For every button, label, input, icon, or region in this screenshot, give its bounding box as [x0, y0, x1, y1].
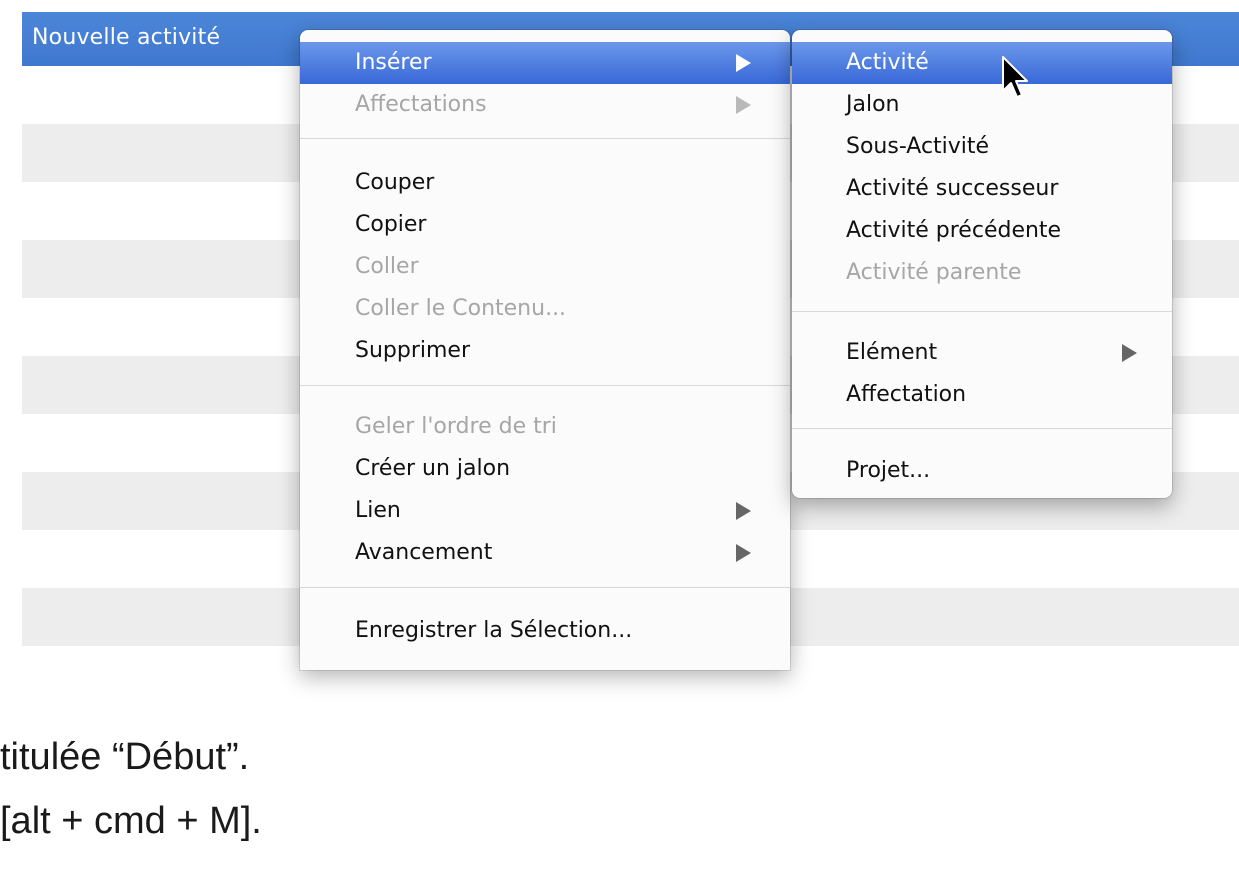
submenu-arrow-icon [736, 54, 751, 72]
menu-item-label: Coller le Contenu... [355, 296, 567, 321]
menu-item-geler-ordre-tri[interactable]: Geler l'ordre de tri [300, 406, 790, 448]
activity-name-cell[interactable]: Nouvelle activité [32, 25, 220, 50]
menu-item-label: Geler l'ordre de tri [355, 414, 557, 439]
menu-item-inserer[interactable]: Insérer [300, 42, 790, 84]
menu-item-label: Coller [355, 254, 419, 279]
menu-item-affectations[interactable]: Affectations [300, 84, 790, 126]
submenu-item-activite-successeur[interactable]: Activité successeur [792, 168, 1172, 210]
menu-item-copier[interactable]: Copier [300, 204, 790, 246]
submenu-arrow-icon [736, 96, 751, 114]
submenu-item-activite[interactable]: Activité [792, 42, 1172, 84]
menu-item-label: Jalon [846, 92, 900, 117]
menu-item-lien[interactable]: Lien [300, 490, 790, 532]
menu-separator [792, 311, 1172, 312]
menu-item-label: Sous-Activité [846, 134, 990, 159]
menu-item-label: Supprimer [355, 338, 471, 363]
menu-item-label: Copier [355, 212, 427, 237]
menu-separator [792, 428, 1172, 429]
submenu-item-activite-precedente[interactable]: Activité précédente [792, 210, 1172, 252]
menu-separator [300, 385, 790, 386]
menu-item-label: Enregistrer la Sélection... [355, 618, 633, 643]
caption-line-2: [alt + cmd + M]. [0, 800, 262, 842]
menu-item-label: Avancement [355, 540, 493, 565]
submenu-item-projet[interactable]: Projet... [792, 450, 1172, 492]
context-menu: Insérer Affectations Couper Copier Colle… [300, 30, 790, 670]
menu-item-label: Affectations [355, 92, 487, 117]
menu-item-label: Elément [846, 340, 938, 365]
menu-separator [300, 587, 790, 588]
menu-item-enregistrer-selection[interactable]: Enregistrer la Sélection... [300, 610, 790, 652]
submenu-item-activite-parente[interactable]: Activité parente [792, 252, 1172, 294]
submenu-item-affectation[interactable]: Affectation [792, 374, 1172, 416]
menu-item-label: Activité successeur [846, 176, 1059, 201]
menu-item-supprimer[interactable]: Supprimer [300, 330, 790, 372]
caption-line-1: titulée “Début”. [0, 736, 250, 778]
menu-item-label: Créer un jalon [355, 456, 511, 481]
menu-item-creer-jalon[interactable]: Créer un jalon [300, 448, 790, 490]
menu-item-label: Lien [355, 498, 401, 523]
submenu-arrow-icon [736, 502, 751, 520]
menu-item-label: Activité précédente [846, 218, 1062, 243]
mouse-cursor-icon [1002, 56, 1028, 98]
submenu-arrow-icon [736, 544, 751, 562]
menu-item-label: Activité parente [846, 260, 1022, 285]
menu-item-avancement[interactable]: Avancement [300, 532, 790, 574]
menu-item-label: Insérer [355, 50, 432, 75]
submenu-item-sous-activite[interactable]: Sous-Activité [792, 126, 1172, 168]
menu-item-coller[interactable]: Coller [300, 246, 790, 288]
submenu-item-element[interactable]: Elément [792, 332, 1172, 374]
screenshot-scene: Nouvelle activité Insérer Affectations C… [0, 0, 1239, 871]
menu-item-label: Affectation [846, 382, 967, 407]
submenu-item-jalon[interactable]: Jalon [792, 84, 1172, 126]
menu-item-couper[interactable]: Couper [300, 162, 790, 204]
menu-item-label: Couper [355, 170, 435, 195]
submenu-inserer: Activité Jalon Sous-Activité Activité su… [792, 30, 1172, 498]
menu-item-coller-le-contenu[interactable]: Coller le Contenu... [300, 288, 790, 330]
menu-item-label: Activité [846, 50, 929, 75]
submenu-arrow-icon [1122, 344, 1137, 362]
menu-separator [300, 138, 790, 139]
menu-item-label: Projet... [846, 458, 931, 483]
